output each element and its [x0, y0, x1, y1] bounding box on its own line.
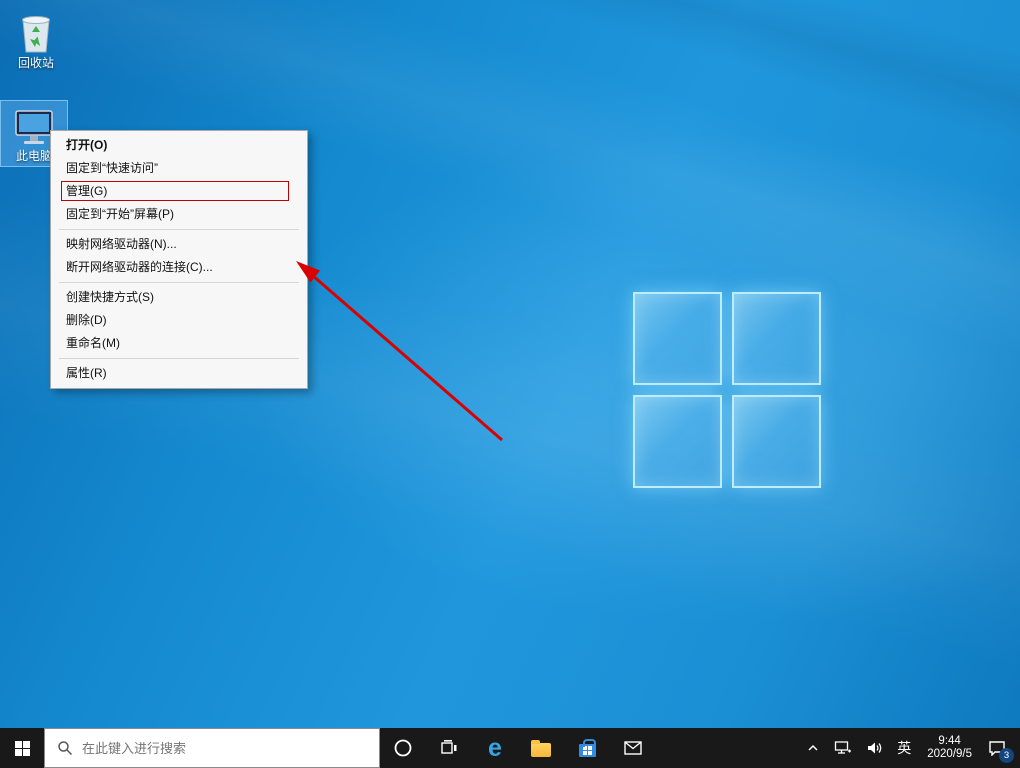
- store-button[interactable]: [564, 728, 610, 768]
- wallpaper-windows-logo: [633, 292, 821, 488]
- logo-pane: [732, 292, 821, 385]
- context-menu: 打开(O) 固定到“快速访问” 管理(G) 固定到“开始”屏幕(P) 映射网络驱…: [50, 130, 308, 389]
- task-view-icon: [440, 739, 458, 757]
- notification-badge: 3: [999, 748, 1014, 763]
- menu-item-pin-start[interactable]: 固定到“开始”屏幕(P): [51, 203, 307, 226]
- desktop-icon-recycle-bin[interactable]: 回收站: [2, 8, 70, 70]
- menu-item-open[interactable]: 打开(O): [51, 134, 307, 157]
- clock-date: 2020/9/5: [927, 748, 972, 761]
- mail-button[interactable]: [610, 728, 656, 768]
- cortana-icon: [393, 738, 413, 758]
- tray-overflow-button[interactable]: [802, 728, 824, 768]
- mail-icon: [624, 741, 642, 755]
- network-button[interactable]: [830, 728, 856, 768]
- recycle-bin-icon: [2, 8, 70, 54]
- desktop-icon-label: 回收站: [2, 57, 70, 70]
- taskbar-clock[interactable]: 9:44 2020/9/5: [921, 735, 978, 761]
- search-input[interactable]: [82, 741, 332, 756]
- menu-item-delete[interactable]: 删除(D): [51, 309, 307, 332]
- menu-item-pin-quick-access[interactable]: 固定到“快速访问”: [51, 157, 307, 180]
- chevron-up-icon: [806, 741, 820, 755]
- menu-item-disconnect-network-drive[interactable]: 断开网络驱动器的连接(C)...: [51, 256, 307, 279]
- clock-time: 9:44: [927, 735, 972, 748]
- menu-item-create-shortcut[interactable]: 创建快捷方式(S): [51, 286, 307, 309]
- system-tray: 英 9:44 2020/9/5 3: [802, 728, 1020, 768]
- menu-item-map-network-drive[interactable]: 映射网络驱动器(N)...: [51, 233, 307, 256]
- logo-pane: [732, 395, 821, 488]
- taskbar: e: [0, 728, 1020, 768]
- volume-button[interactable]: [862, 728, 887, 768]
- action-center-button[interactable]: 3: [984, 728, 1016, 768]
- menu-item-properties[interactable]: 属性(R): [51, 362, 307, 385]
- menu-separator: [59, 282, 299, 283]
- file-explorer-button[interactable]: [518, 728, 564, 768]
- store-icon: [579, 744, 596, 757]
- start-button[interactable]: [0, 728, 44, 768]
- volume-icon: [866, 740, 883, 756]
- network-icon: [834, 740, 852, 756]
- edge-icon: e: [488, 736, 502, 761]
- edge-button[interactable]: e: [472, 728, 518, 768]
- logo-pane: [633, 395, 722, 488]
- task-view-button[interactable]: [426, 728, 472, 768]
- cortana-button[interactable]: [380, 728, 426, 768]
- logo-pane: [633, 292, 722, 385]
- menu-item-manage[interactable]: 管理(G): [51, 180, 307, 203]
- search-icon: [57, 740, 73, 756]
- ime-indicator[interactable]: 英: [893, 728, 915, 768]
- menu-separator: [59, 229, 299, 230]
- menu-separator: [59, 358, 299, 359]
- menu-item-rename[interactable]: 重命名(M): [51, 332, 307, 355]
- windows-start-icon: [15, 741, 30, 756]
- file-explorer-icon: [531, 743, 551, 757]
- taskbar-search[interactable]: [44, 728, 380, 768]
